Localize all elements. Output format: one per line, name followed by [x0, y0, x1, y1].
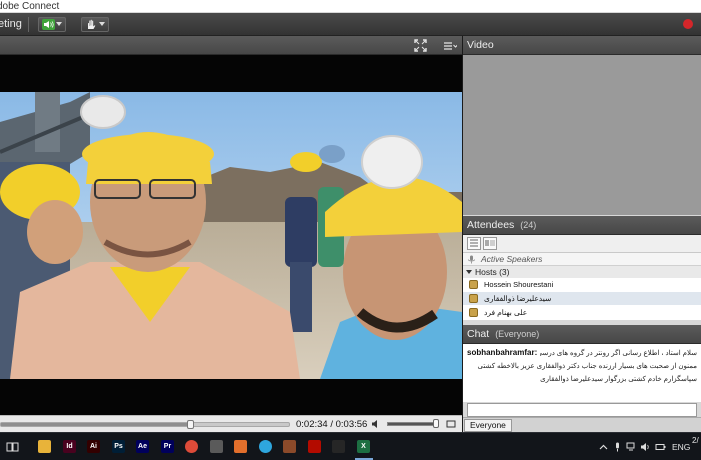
volume-slider[interactable]: [387, 419, 439, 428]
hosts-list: Hossein Shourestani سید‌علیرضا ذوالفقاری…: [463, 278, 701, 320]
task-view-icon[interactable]: [6, 441, 19, 453]
file-explorer-icon[interactable]: [38, 440, 51, 453]
recording-indicator[interactable]: [683, 19, 693, 29]
meeting-toolbar: eting: [0, 13, 701, 36]
adobe-connect-window: dobe Connect eting 0:02:34 / 0:03:56 Vid…: [0, 0, 701, 460]
windows-taskbar: Id Ai Ps Ae Pr X ENG 2/: [0, 432, 701, 460]
battery-icon[interactable]: [655, 442, 666, 452]
input-language[interactable]: ENG: [672, 442, 690, 452]
active-speakers-row[interactable]: Active Speakers: [463, 253, 701, 266]
status-view-button[interactable]: [483, 237, 497, 250]
audio-button[interactable]: [38, 17, 66, 32]
attendees-toolbar: [463, 235, 701, 253]
chrome-icon[interactable]: [185, 440, 198, 453]
video-pod-header: Video: [463, 36, 701, 55]
chat-message: ممنون از صحبت های بسیار ارزنده جناب دکتر…: [477, 363, 697, 370]
excel-icon[interactable]: X: [357, 440, 370, 453]
after-effects-icon[interactable]: Ae: [136, 440, 149, 453]
chat-messages: sobhanbahramfar: سلام استاد ، اطلاع رسان…: [463, 344, 701, 402]
attendee-name: Hossein Shourestani: [484, 280, 554, 289]
playback-timecode: 0:02:34 / 0:03:56: [296, 419, 368, 430]
chat-pod-header: Chat (Everyone): [463, 325, 701, 344]
video-pod-title: Video: [467, 39, 494, 51]
premiere-icon[interactable]: Pr: [161, 440, 174, 453]
attendee-name: علی بهنام فرد: [484, 308, 528, 317]
attendee-row[interactable]: علی بهنام فرد: [463, 306, 701, 319]
volume-handle[interactable]: [432, 419, 439, 428]
microphone-icon: [468, 255, 475, 264]
raise-hand-button[interactable]: [81, 17, 109, 32]
volume-level: [388, 423, 436, 425]
attendee-row[interactable]: Hossein Shourestani: [463, 278, 701, 291]
attendee-count: (24): [520, 220, 537, 230]
app-gray-icon[interactable]: [210, 440, 223, 453]
app-orange-icon[interactable]: [234, 440, 247, 453]
playback-controls: 0:02:34 / 0:03:56: [0, 415, 462, 432]
chat-scope: (Everyone): [495, 329, 540, 339]
title-bar: dobe Connect: [0, 0, 701, 13]
list-view-icon: [470, 239, 478, 247]
share-pod-header: [0, 36, 462, 55]
video-frame: [0, 92, 462, 379]
seek-progress: [1, 423, 191, 426]
chevron-up-icon[interactable]: [598, 442, 609, 452]
status-view-icon: [485, 240, 495, 246]
attendees-pod-header: Attendees (24): [463, 216, 701, 235]
chat-recipient-tab[interactable]: Everyone: [464, 419, 512, 432]
video-player-area[interactable]: [0, 55, 462, 415]
indesign-icon[interactable]: Id: [63, 440, 76, 453]
share-pod: 0:02:34 / 0:03:56: [0, 36, 462, 432]
speaker-icon: [42, 19, 55, 30]
hosts-label: Hosts (3): [475, 267, 510, 277]
meeting-menu[interactable]: eting: [0, 13, 22, 36]
telegram-icon[interactable]: [259, 440, 272, 453]
chat-footer: Everyone: [463, 417, 701, 432]
chat-message: sobhanbahramfar: سلام استاد ، اطلاع رسان…: [467, 347, 697, 360]
attendees-pod-title: Attendees: [467, 219, 515, 231]
chevron-down-icon: [99, 22, 105, 26]
hosts-group-header[interactable]: Hosts (3): [463, 266, 701, 278]
attendee-row[interactable]: سید‌علیرضا ذوالفقاری: [463, 292, 701, 305]
volume-icon[interactable]: [371, 419, 381, 429]
chat-message: سپاسگزارم خادم کشتی بزرگوار سید‌علیرضا ذ…: [540, 376, 697, 383]
network-icon[interactable]: [626, 442, 637, 452]
pod-menu-icon[interactable]: [444, 41, 457, 51]
seek-handle[interactable]: [187, 420, 195, 429]
app-film-icon[interactable]: [283, 440, 296, 453]
active-speakers-label: Active Speakers: [481, 254, 543, 264]
host-avatar-icon: [469, 308, 478, 317]
player-fullscreen-icon[interactable]: [446, 419, 456, 429]
chat-text: سلام استاد ، اطلاع رسانی اگر رونتر در گر…: [540, 350, 697, 357]
right-pods-column: Video Attendees (24) Active Speakers Host…: [463, 36, 701, 432]
attendee-name: سید‌علیرضا ذوالفقاری: [484, 294, 552, 303]
collapse-triangle-icon: [466, 270, 472, 274]
chevron-down-icon: [56, 22, 62, 26]
clock-date[interactable]: 2/: [692, 436, 699, 446]
chat-pod-title: Chat: [467, 328, 490, 340]
video-pod-body: [463, 55, 701, 215]
host-avatar-icon: [469, 280, 478, 289]
speaker-icon[interactable]: [640, 442, 651, 452]
raise-hand-icon: [88, 19, 96, 29]
host-avatar-icon: [469, 294, 478, 303]
chat-input[interactable]: [467, 403, 697, 417]
microphone-icon[interactable]: [612, 442, 623, 452]
acrobat-icon[interactable]: [308, 440, 321, 453]
seek-bar[interactable]: [0, 420, 290, 429]
toolbar-divider: [28, 17, 29, 32]
video-frame-image: [0, 92, 462, 379]
window-title: dobe Connect: [0, 1, 60, 12]
illustrator-icon[interactable]: Ai: [87, 440, 100, 453]
fullscreen-icon[interactable]: [414, 39, 427, 52]
chat-sender: sobhanbahramfar:: [467, 348, 538, 357]
app-dark-icon[interactable]: [332, 440, 345, 453]
photoshop-icon[interactable]: Ps: [112, 440, 125, 453]
list-view-button[interactable]: [467, 237, 481, 250]
